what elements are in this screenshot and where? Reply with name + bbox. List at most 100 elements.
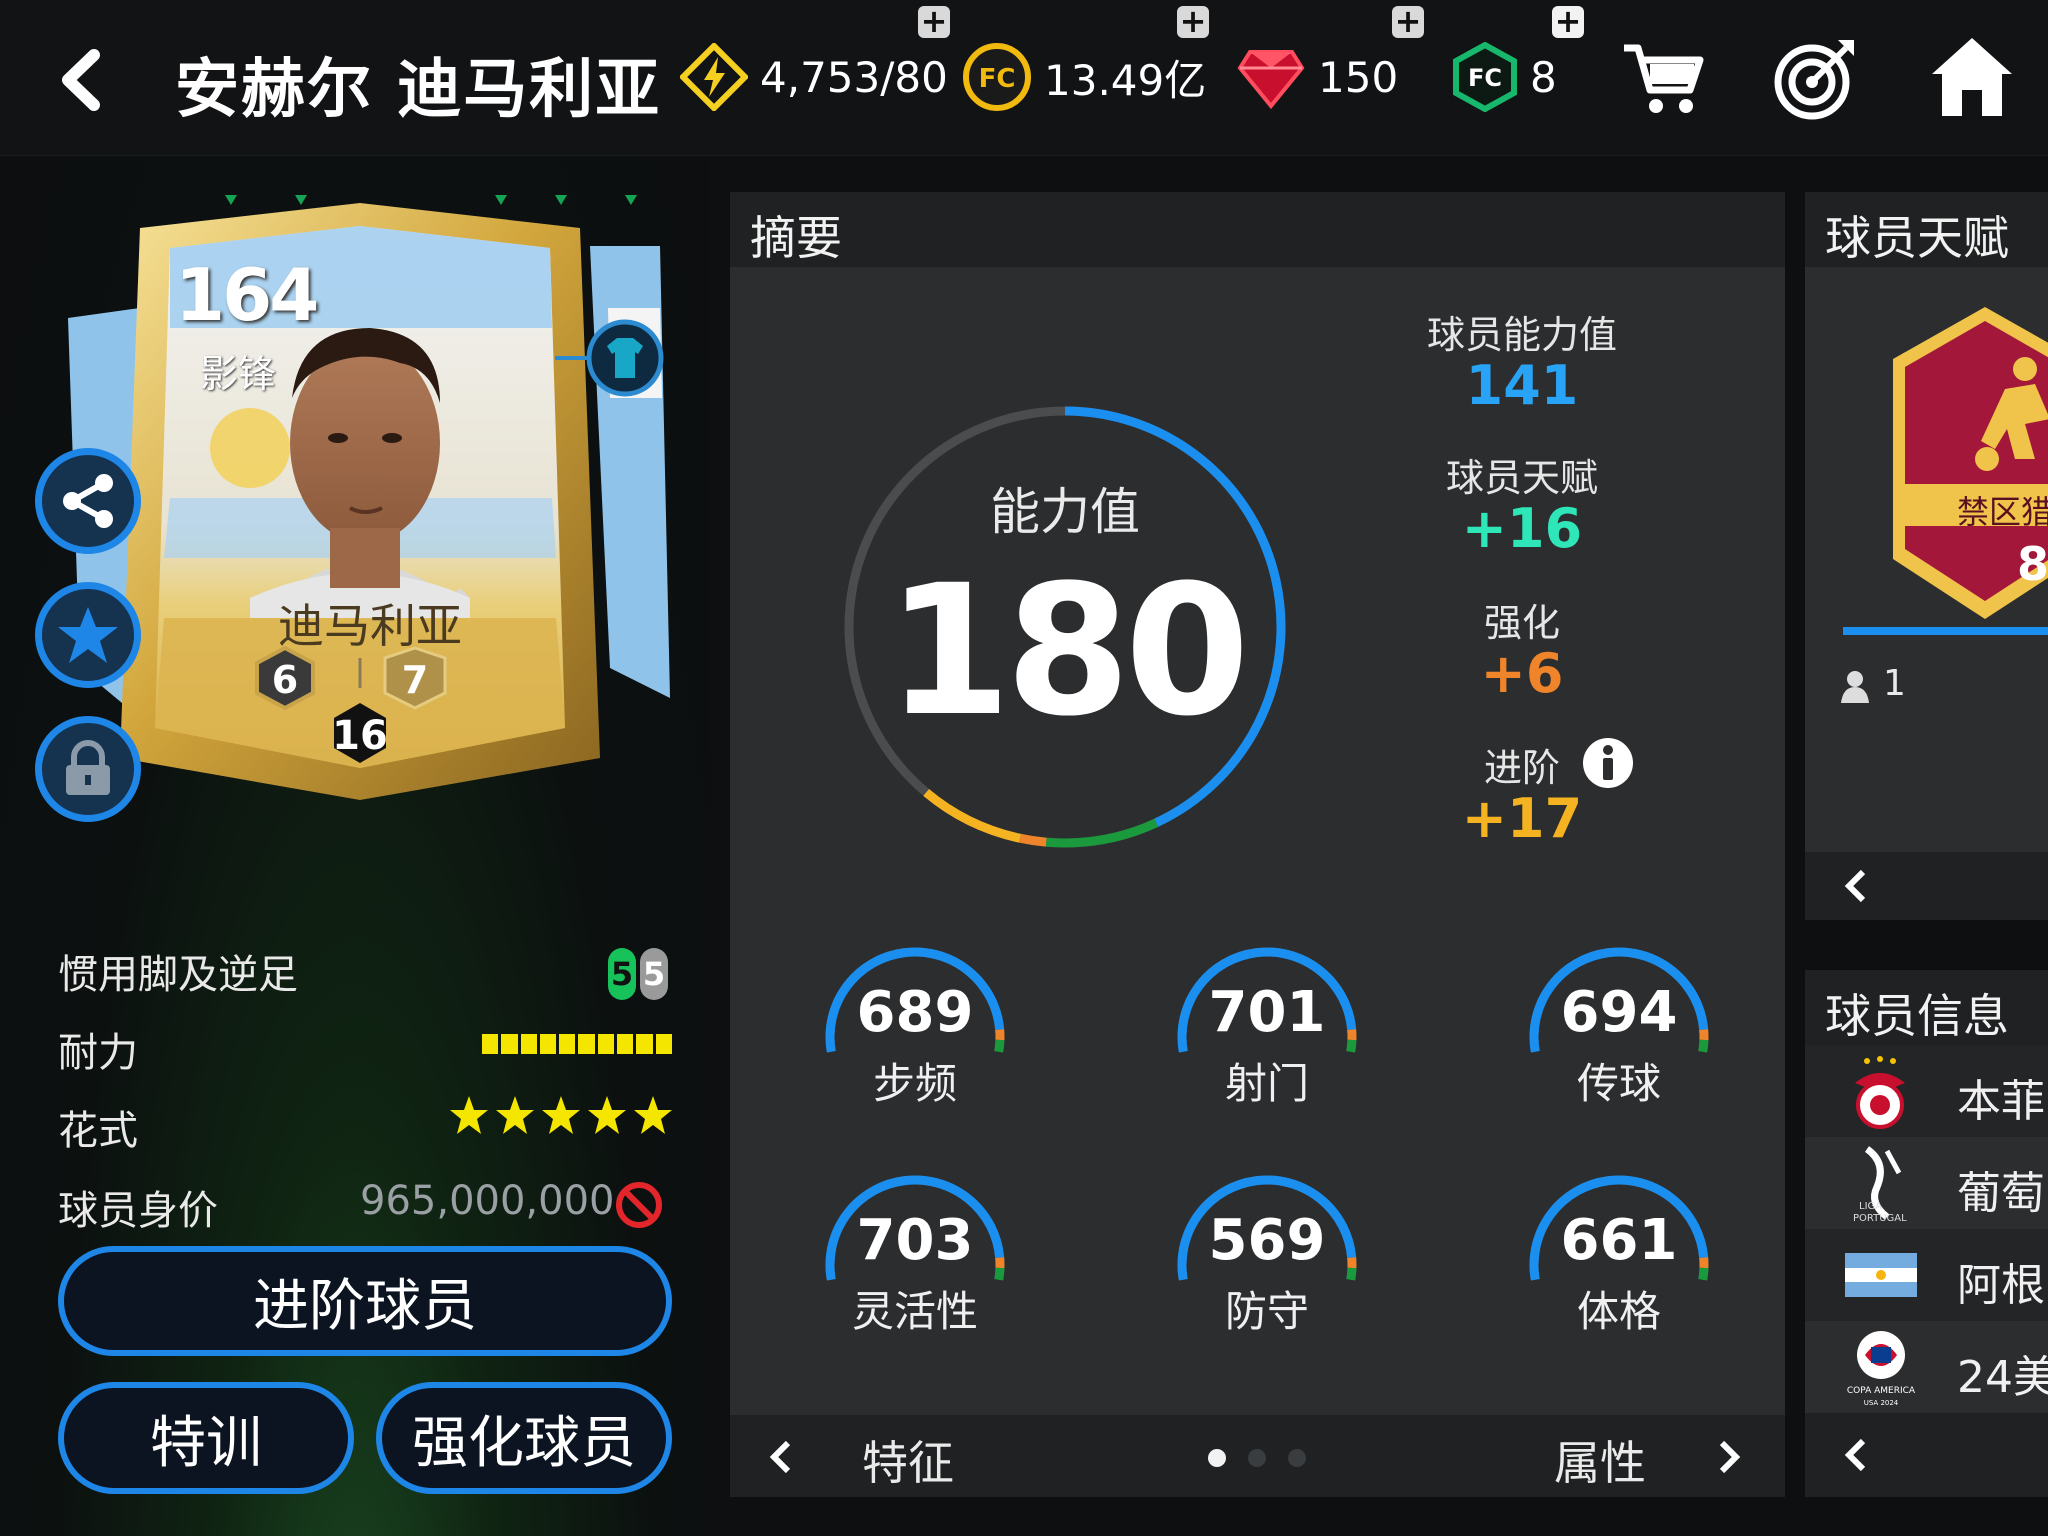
weak-foot-value: 5 bbox=[640, 948, 668, 1000]
lightning-icon bbox=[680, 43, 748, 111]
skill-star-icon bbox=[588, 1096, 626, 1134]
player-info-panel: 球员信息 本菲 LIGA PORTUGAL 葡萄 阿根 COPA AMERICA… bbox=[1805, 970, 2048, 1497]
person-icon bbox=[1841, 671, 1869, 703]
skill-label: 花式 bbox=[58, 1108, 138, 1154]
player-card[interactable]: 164 影锋 迪马利亚 6 7 16 bbox=[60, 198, 670, 808]
fc-points-counter[interactable]: + FC 8 bbox=[1452, 5, 1584, 122]
info-row-club[interactable]: 本菲 bbox=[1805, 1045, 2048, 1137]
not-tradable-icon bbox=[616, 1182, 662, 1228]
talent-header: 球员天赋 bbox=[1805, 192, 2048, 267]
share-button[interactable] bbox=[35, 448, 141, 554]
player-value: 965,000,000 bbox=[360, 1178, 615, 1224]
summary-panel: 摘要 能力值 180 球员能力值 141 球员天赋 +16 强化 +6 进阶 +… bbox=[730, 192, 1785, 1497]
overall-value: 180 bbox=[886, 547, 1250, 756]
stamina-label: 耐力 bbox=[58, 1030, 138, 1076]
stamina-segment bbox=[501, 1034, 518, 1054]
svg-text:FC: FC bbox=[1468, 64, 1502, 92]
traits-tab[interactable]: 特征 bbox=[862, 1427, 954, 1493]
top-bar: 安赫尔 迪马利亚 + 4,753/80 + FC 13.49亿 + 150 + … bbox=[0, 0, 2048, 156]
add-coins-button[interactable]: + bbox=[1177, 5, 1209, 38]
stat-gauge[interactable]: 703 灵活性 bbox=[810, 1160, 1020, 1370]
skill-star-icon bbox=[496, 1096, 534, 1134]
skill-star-icon bbox=[634, 1096, 672, 1134]
add-energy-button[interactable]: + bbox=[918, 5, 950, 38]
stat-gauge[interactable]: 689 步频 bbox=[810, 932, 1020, 1142]
advance-bonus-value: +17 bbox=[1461, 787, 1583, 850]
cart-icon[interactable] bbox=[1620, 40, 1704, 118]
add-gems-button[interactable]: + bbox=[1392, 5, 1424, 38]
stat-label: 射门 bbox=[1224, 1059, 1309, 1108]
page-dot[interactable] bbox=[1288, 1449, 1306, 1467]
back-button[interactable] bbox=[48, 45, 118, 115]
stamina-bar bbox=[482, 1034, 672, 1054]
chevron-right-icon[interactable] bbox=[1718, 1439, 1742, 1475]
badge-right-value: 7 bbox=[401, 658, 429, 702]
program-name: 24美 bbox=[1957, 1352, 2048, 1403]
stat-gauge[interactable]: 661 体格 bbox=[1514, 1160, 1724, 1370]
svg-text:COPA AMERICA: COPA AMERICA bbox=[1847, 1386, 1916, 1396]
stat-gauge[interactable]: 569 防守 bbox=[1162, 1160, 1372, 1370]
fc-points-value: 8 bbox=[1530, 52, 1557, 102]
add-fc-points-button[interactable]: + bbox=[1552, 5, 1584, 38]
stat-value: 701 bbox=[1208, 980, 1326, 1045]
talent-bonus-value: +16 bbox=[1461, 497, 1583, 560]
training-button[interactable]: 特训 bbox=[58, 1382, 354, 1494]
talent-bonus-label: 球员天赋 bbox=[1445, 456, 1598, 500]
lock-button[interactable] bbox=[35, 716, 141, 822]
badge-left-value: 6 bbox=[271, 658, 299, 702]
card-position: 影锋 bbox=[200, 352, 277, 396]
talent-count: 1 bbox=[1883, 663, 1906, 704]
base-rating-value: 141 bbox=[1465, 354, 1579, 417]
home-icon[interactable] bbox=[1928, 34, 2016, 120]
stat-label: 灵活性 bbox=[851, 1287, 978, 1336]
enhance-bonus-label: 强化 bbox=[1483, 601, 1560, 645]
talent-badge-level: 8 bbox=[2017, 537, 2048, 591]
gem-counter[interactable]: + 150 bbox=[1236, 5, 1424, 122]
info-row-program[interactable]: COPA AMERICA USA 2024 24美 bbox=[1805, 1321, 2048, 1413]
gems-value: 150 bbox=[1318, 52, 1399, 102]
player-info-footer bbox=[1805, 1413, 2048, 1497]
stamina-segment bbox=[539, 1034, 557, 1054]
chevron-left-icon[interactable] bbox=[1843, 868, 1867, 904]
talent-panel: 球员天赋 禁区猎 8 1 bbox=[1805, 192, 2048, 920]
card-rating: 164 bbox=[175, 253, 319, 337]
chevron-left-icon[interactable] bbox=[1843, 1437, 1867, 1473]
coins-value: 13.49亿 bbox=[1044, 55, 1207, 105]
stamina-segment bbox=[559, 1034, 576, 1054]
stat-value: 703 bbox=[856, 1208, 974, 1273]
page-dot[interactable] bbox=[1208, 1449, 1226, 1467]
club-name: 本菲 bbox=[1957, 1076, 2045, 1127]
talent-body[interactable]: 禁区猎 8 1 bbox=[1805, 267, 2048, 852]
stamina-segment bbox=[617, 1034, 634, 1054]
stat-gauge[interactable]: 701 射门 bbox=[1162, 932, 1372, 1142]
info-row-league[interactable]: LIGA PORTUGAL 葡萄 bbox=[1805, 1137, 2048, 1229]
summary-title: 摘要 bbox=[750, 211, 842, 265]
talent-progress bbox=[1843, 627, 2048, 635]
stamina-segment bbox=[578, 1034, 595, 1054]
enhance-player-button[interactable]: 强化球员 bbox=[376, 1382, 672, 1494]
value-label: 球员身价 bbox=[58, 1188, 218, 1234]
target-icon[interactable] bbox=[1772, 36, 1858, 122]
page-indicator bbox=[1208, 1449, 1306, 1467]
talent-footer bbox=[1805, 852, 2048, 920]
stamina-segment bbox=[597, 1034, 615, 1054]
info-row-nation[interactable]: 阿根 bbox=[1805, 1229, 2048, 1321]
enhance-bonus-value: +6 bbox=[1480, 642, 1564, 705]
chevron-left-icon[interactable] bbox=[768, 1439, 792, 1475]
copa-america-icon: COPA AMERICA USA 2024 bbox=[1847, 1331, 1916, 1407]
stat-gauge[interactable]: 694 传球 bbox=[1514, 932, 1724, 1142]
advance-player-button[interactable]: 进阶球员 bbox=[58, 1246, 672, 1356]
ruby-icon bbox=[1237, 50, 1305, 110]
page-dot[interactable] bbox=[1248, 1449, 1266, 1467]
energy-counter[interactable]: + 4,753/80 bbox=[680, 5, 950, 122]
attributes-tab[interactable]: 属性 bbox=[1554, 1427, 1646, 1493]
card-level: 16 bbox=[332, 713, 388, 759]
skill-star-icon bbox=[542, 1096, 580, 1134]
info-icon[interactable] bbox=[1582, 737, 1634, 789]
lock-icon bbox=[66, 740, 110, 795]
stamina-segment bbox=[520, 1034, 537, 1054]
energy-value: 4,753/80 bbox=[760, 52, 948, 102]
coin-counter[interactable]: + FC 13.49亿 bbox=[962, 5, 1209, 122]
skill-star-icon bbox=[450, 1096, 488, 1134]
favorite-button[interactable] bbox=[35, 582, 141, 688]
